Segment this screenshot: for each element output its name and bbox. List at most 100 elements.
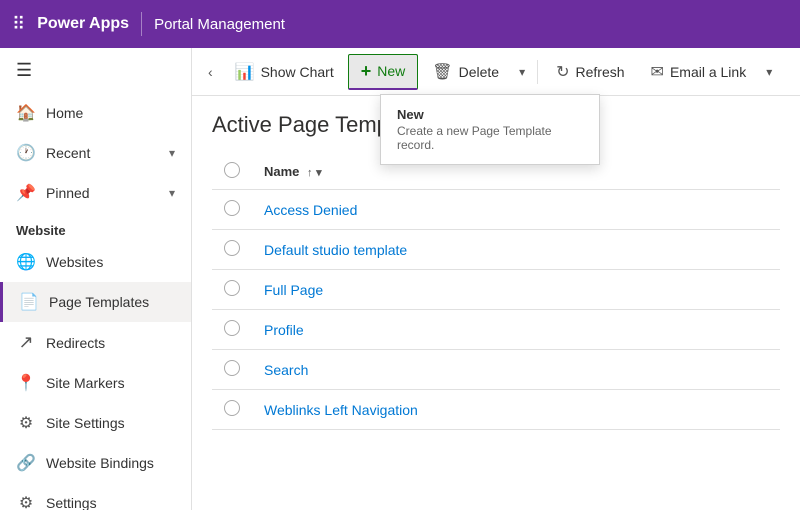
row-name-cell: Default studio template	[252, 230, 780, 270]
row-name-cell: Access Denied	[252, 190, 780, 230]
table-row: Full Page	[212, 270, 780, 310]
row-select-cell	[212, 190, 252, 230]
new-button[interactable]: + New	[348, 54, 419, 90]
table-row: Access Denied	[212, 190, 780, 230]
topbar-divider	[141, 12, 142, 36]
plus-icon: +	[361, 61, 372, 82]
sidebar-label-home: Home	[46, 105, 83, 121]
sidebar-label-websites: Websites	[46, 254, 103, 270]
row-name-link[interactable]: Profile	[264, 322, 304, 338]
refresh-icon: ↻	[556, 62, 569, 82]
dropdown-title: New	[397, 107, 583, 122]
row-select-cell	[212, 230, 252, 270]
sort-filter-icon[interactable]: ▾	[316, 167, 322, 179]
row-checkbox[interactable]	[224, 240, 240, 256]
sidebar-item-redirects[interactable]: ↗ Redirects	[0, 322, 191, 363]
sidebar-label-site-markers: Site Markers	[46, 375, 125, 391]
sidebar-item-site-settings[interactable]: ⚙ Site Settings	[0, 403, 191, 443]
binding-icon: 🔗	[16, 453, 36, 473]
table-row: Weblinks Left Navigation	[212, 390, 780, 430]
row-name-link[interactable]: Weblinks Left Navigation	[264, 402, 418, 418]
sidebar-label-redirects: Redirects	[46, 335, 105, 351]
sidebar-label-page-templates: Page Templates	[49, 294, 149, 310]
email-link-button[interactable]: ✉ Email a Link	[639, 54, 759, 90]
row-name-link[interactable]: Default studio template	[264, 242, 407, 258]
select-all-checkbox[interactable]	[224, 162, 240, 178]
back-button[interactable]: ‹	[200, 58, 221, 86]
row-checkbox[interactable]	[224, 200, 240, 216]
email-icon: ✉	[651, 62, 664, 82]
waffle-icon[interactable]: ⠿	[12, 14, 25, 35]
sidebar-section-website: Website	[0, 213, 191, 242]
page-templates-table: Name ↑ ▾ Access Denied Default st	[212, 154, 780, 430]
show-chart-button[interactable]: 📊 Show Chart	[223, 54, 346, 90]
refresh-label: Refresh	[576, 64, 625, 80]
new-label: New	[377, 63, 405, 79]
row-checkbox[interactable]	[224, 280, 240, 296]
row-checkbox[interactable]	[224, 360, 240, 376]
layout: ☰ 🏠 Home 🕐 Recent ▾ 📌 Pinned ▾ Website 🌐…	[0, 48, 800, 510]
refresh-button[interactable]: ↻ Refresh	[544, 54, 636, 90]
home-icon: 🏠	[16, 103, 36, 123]
delete-icon: 🗑	[432, 62, 452, 82]
table-row: Default studio template	[212, 230, 780, 270]
portal-name: Portal Management	[154, 16, 285, 33]
row-name-cell: Profile	[252, 310, 780, 350]
topbar: ⠿ Power Apps Portal Management	[0, 0, 800, 48]
new-dropdown-popup: New Create a new Page Template record.	[380, 94, 600, 165]
sort-ascending-icon: ↑	[307, 167, 313, 179]
show-chart-label: Show Chart	[261, 64, 334, 80]
row-name-link[interactable]: Access Denied	[264, 202, 357, 218]
page-template-icon: 📄	[19, 292, 39, 312]
row-name-cell: Search	[252, 350, 780, 390]
row-name-cell: Full Page	[252, 270, 780, 310]
sidebar-label-site-settings: Site Settings	[46, 415, 125, 431]
dropdown-description: Create a new Page Template record.	[397, 124, 583, 152]
table-body: Access Denied Default studio template Fu…	[212, 190, 780, 430]
globe-icon: 🌐	[16, 252, 36, 272]
toolbar-divider-1	[537, 60, 538, 84]
row-checkbox[interactable]	[224, 400, 240, 416]
row-name-link[interactable]: Full Page	[264, 282, 323, 298]
toolbar: ‹ 📊 Show Chart + New 🗑 Delete ▾ ↻ Refres…	[192, 48, 800, 96]
row-name-cell: Weblinks Left Navigation	[252, 390, 780, 430]
hamburger-button[interactable]: ☰	[0, 48, 191, 93]
table-row: Search	[212, 350, 780, 390]
sidebar-item-page-templates[interactable]: 📄 Page Templates	[0, 282, 191, 322]
row-select-cell	[212, 350, 252, 390]
new-dropdown-item[interactable]: New Create a new Page Template record.	[381, 99, 599, 160]
name-column-label: Name	[264, 164, 299, 179]
row-select-cell	[212, 310, 252, 350]
chart-icon: 📊	[235, 62, 255, 82]
main-panel: ‹ 📊 Show Chart + New 🗑 Delete ▾ ↻ Refres…	[192, 48, 800, 510]
chevron-down-icon: ▾	[169, 186, 175, 200]
row-name-link[interactable]: Search	[264, 362, 308, 378]
sidebar-item-pinned[interactable]: 📌 Pinned ▾	[0, 173, 191, 213]
table-row: Profile	[212, 310, 780, 350]
more-button[interactable]: ▾	[760, 54, 778, 90]
sidebar-label-settings: Settings	[46, 495, 97, 510]
app-logo: Power Apps	[37, 15, 129, 33]
delete-label: Delete	[459, 64, 499, 80]
recent-icon: 🕐	[16, 143, 36, 163]
sidebar-item-settings[interactable]: ⚙ Settings	[0, 483, 191, 510]
row-checkbox[interactable]	[224, 320, 240, 336]
sidebar-item-website-bindings[interactable]: 🔗 Website Bindings	[0, 443, 191, 483]
marker-icon: 📍	[16, 373, 36, 393]
sidebar: ☰ 🏠 Home 🕐 Recent ▾ 📌 Pinned ▾ Website 🌐…	[0, 48, 192, 510]
sidebar-item-home[interactable]: 🏠 Home	[0, 93, 191, 133]
sidebar-label-website-bindings: Website Bindings	[46, 455, 154, 471]
sidebar-label-recent: Recent	[46, 145, 90, 161]
chevron-down-icon: ▾	[169, 146, 175, 160]
sidebar-item-recent[interactable]: 🕐 Recent ▾	[0, 133, 191, 173]
pin-icon: 📌	[16, 183, 36, 203]
settings-icon: ⚙	[16, 413, 36, 433]
gear-icon: ⚙	[16, 493, 36, 510]
email-link-label: Email a Link	[670, 64, 746, 80]
row-select-cell	[212, 270, 252, 310]
select-all-column	[212, 154, 252, 190]
sidebar-item-site-markers[interactable]: 📍 Site Markers	[0, 363, 191, 403]
delete-dropdown-button[interactable]: ▾	[513, 54, 531, 90]
sidebar-item-websites[interactable]: 🌐 Websites	[0, 242, 191, 282]
delete-button[interactable]: 🗑 Delete	[420, 54, 511, 90]
